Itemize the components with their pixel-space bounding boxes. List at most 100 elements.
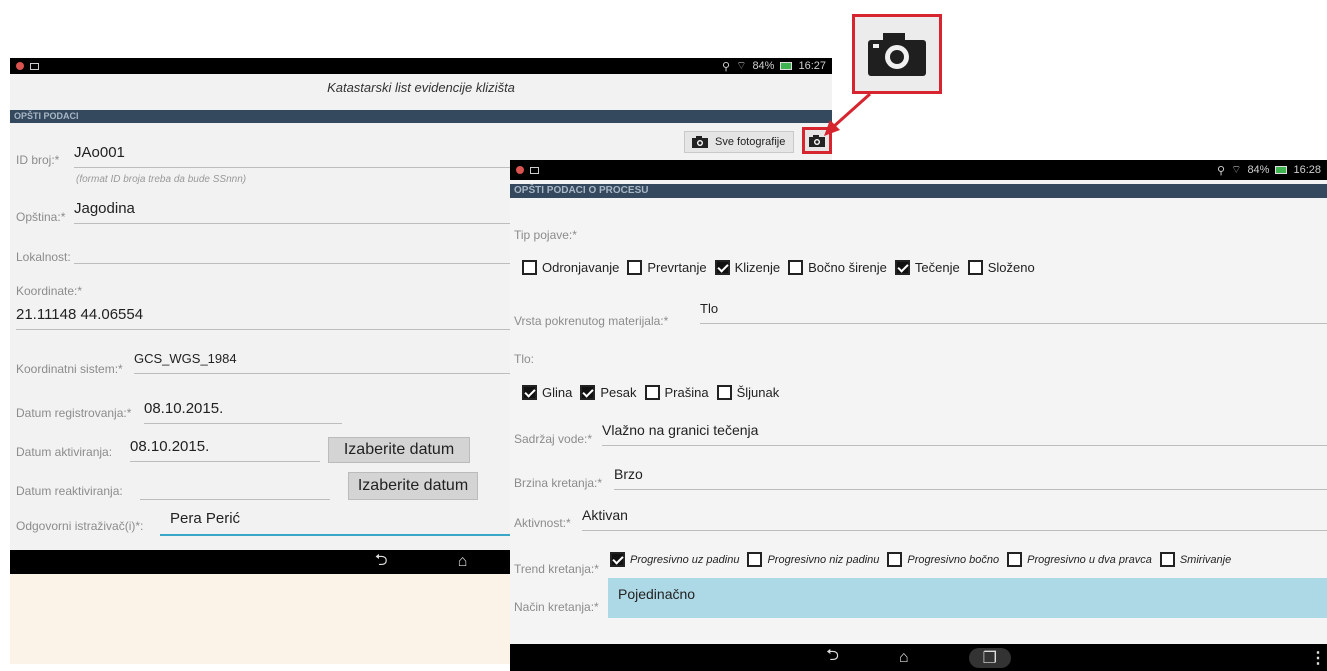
tip-option[interactable]: Odronjavanje — [522, 260, 619, 275]
camera-callout — [852, 14, 942, 94]
nacin-value: Pojedinačno — [618, 586, 696, 602]
trend-option[interactable]: Progresivno bočno — [887, 552, 999, 567]
nav-bar: ⮌ ⌂ ❐ — [510, 644, 1327, 671]
vrsta-label: Vrsta pokrenutog materijala:* — [514, 314, 669, 328]
nacin-field[interactable]: Pojedinačno — [608, 578, 1327, 618]
screenshot-icon — [530, 166, 539, 174]
location-icon: ⚲ — [1217, 164, 1226, 177]
istr-field[interactable]: Pera Perić — [160, 510, 514, 536]
tip-option[interactable]: Složeno — [967, 260, 1035, 275]
tip-option-label: Bočno širenje — [808, 260, 887, 275]
brzina-label: Brzina kretanja:* — [514, 476, 603, 490]
tip-option[interactable]: Klizenje — [714, 260, 780, 275]
choose-date-button[interactable]: Izaberite datum — [328, 437, 470, 463]
opstina-label: Opština:* — [16, 210, 66, 224]
choose-reactivation-date-button[interactable]: Izaberite datum — [348, 472, 478, 500]
opstina-field[interactable]: Jagodina — [74, 200, 514, 224]
home-icon[interactable]: ⌂ — [899, 649, 909, 667]
tip-checkbox-1[interactable] — [627, 260, 643, 275]
tip-checkbox-0[interactable] — [522, 260, 537, 275]
tip-option[interactable]: Bočno širenje — [788, 260, 887, 275]
tlo-option[interactable]: Pesak — [580, 385, 637, 400]
trend-option[interactable]: Smirivanje — [1159, 552, 1232, 567]
reg-label: Datum registrovanja:* — [16, 406, 132, 420]
tlo-option[interactable]: Prašina — [644, 385, 709, 400]
trend-option-label: Progresivno u dva pravca — [1027, 553, 1152, 566]
recent-apps-icon[interactable]: ❐ — [968, 647, 1011, 668]
tip-options: Odronjavanje Prevrtanje Klizenje Bočno š… — [522, 260, 1322, 275]
koordinate-field[interactable]: 21.11148 44.06554 — [16, 306, 514, 330]
tip-option-label: Složeno — [987, 260, 1035, 275]
aktivnost-value: Aktivan — [582, 507, 628, 523]
koordinate-value: 21.11148 44.06554 — [16, 306, 144, 323]
notification-icon — [16, 62, 24, 70]
tlo-checkbox-2[interactable] — [644, 385, 660, 400]
id-hint: (format ID broja treba da bude SSnnn) — [76, 174, 247, 185]
tlo-option-label: Glina — [542, 385, 573, 400]
tip-checkbox-5[interactable] — [967, 260, 983, 275]
section-header: OPŠTI PODACI — [10, 110, 832, 123]
overflow-menu-icon[interactable]: ⋮ — [1310, 648, 1326, 668]
tlo-option-label: Prašina — [664, 385, 709, 400]
tip-label: Tip pojave:* — [514, 228, 577, 242]
lokalnost-label: Lokalnost: — [16, 250, 71, 264]
tlo-option[interactable]: Glina — [522, 385, 572, 400]
vrsta-field[interactable]: Tlo — [700, 300, 1327, 324]
all-photos-button[interactable]: Sve fotografije — [684, 131, 794, 153]
aktivnost-label: Aktivnost:* — [514, 516, 571, 530]
home-icon[interactable]: ⌂ — [458, 553, 468, 571]
tlo-checkbox-1[interactable] — [580, 385, 596, 400]
trend-option[interactable]: Progresivno uz padinu — [610, 552, 739, 567]
reakt-label: Datum reaktiviranja: — [16, 484, 123, 498]
notification-icon — [516, 166, 524, 174]
tip-option-label: Tečenje — [914, 260, 960, 275]
id-value: JAo001 — [74, 144, 125, 161]
trend-checkbox-3[interactable] — [1007, 552, 1023, 567]
trend-checkbox-1[interactable] — [747, 552, 763, 567]
id-field[interactable]: JAo001 — [74, 144, 514, 168]
battery-level: 84% — [1247, 164, 1270, 176]
clock: 16:28 — [1293, 164, 1321, 176]
reg-field[interactable]: 08.10.2015. — [144, 400, 342, 424]
app-title: Katastarski list evidencije klizišta — [327, 80, 515, 95]
trend-checkbox-2[interactable] — [887, 552, 903, 567]
battery-icon — [1275, 166, 1288, 174]
tip-option[interactable]: Tečenje — [894, 260, 960, 275]
tlo-checkbox-3[interactable] — [716, 385, 732, 400]
all-photos-label: Sve fotografije — [715, 136, 786, 148]
trend-option-label: Smirivanje — [1179, 553, 1232, 566]
akt-label: Datum aktiviranja: — [16, 445, 113, 459]
tip-checkbox-3[interactable] — [788, 260, 804, 275]
wifi-icon: ⌔ — [736, 60, 747, 72]
tip-option[interactable]: Prevrtanje — [627, 260, 707, 275]
screen-process-form: ⚲ ⌔ 84% 16:28 OPŠTI PODACI O PROCESU Tip… — [510, 160, 1327, 671]
akt-value: 08.10.2015. — [130, 438, 210, 455]
screenshot-icon — [30, 62, 39, 70]
trend-option-label: Progresivno niz padinu — [767, 553, 880, 566]
trend-option[interactable]: Progresivno niz padinu — [747, 552, 879, 567]
tip-checkbox-4[interactable] — [894, 260, 910, 275]
back-icon[interactable]: ⮌ — [375, 549, 388, 576]
nacin-label: Način kretanja:* — [514, 600, 599, 614]
akt-field[interactable]: 08.10.2015. — [130, 438, 320, 462]
trend-checkbox-4[interactable] — [1159, 552, 1175, 567]
voda-label: Sadržaj vode:* — [514, 432, 593, 446]
back-icon[interactable]: ⮌ — [826, 644, 839, 671]
reakt-field[interactable] — [140, 476, 330, 500]
tlo-label: Tlo: — [514, 352, 535, 366]
aktivnost-field[interactable]: Aktivan — [582, 507, 1327, 531]
tlo-checkbox-0[interactable] — [522, 385, 537, 400]
vrsta-value: Tlo — [700, 301, 719, 316]
trend-option[interactable]: Progresivno u dva pravca — [1007, 552, 1152, 567]
tip-checkbox-2[interactable] — [714, 260, 730, 275]
lokalnost-field[interactable] — [74, 242, 514, 264]
opstina-value: Jagodina — [74, 200, 135, 217]
battery-icon — [780, 62, 793, 70]
koordinate-label: Koordinate:* — [16, 284, 83, 298]
brzina-value: Brzo — [614, 466, 643, 482]
brzina-field[interactable]: Brzo — [614, 466, 1327, 490]
voda-field[interactable]: Vlažno na granici tečenja — [602, 422, 1327, 446]
sistem-field[interactable]: GCS_WGS_1984 — [134, 350, 514, 374]
tlo-option[interactable]: Šljunak — [716, 385, 779, 400]
trend-checkbox-0[interactable] — [610, 552, 625, 567]
